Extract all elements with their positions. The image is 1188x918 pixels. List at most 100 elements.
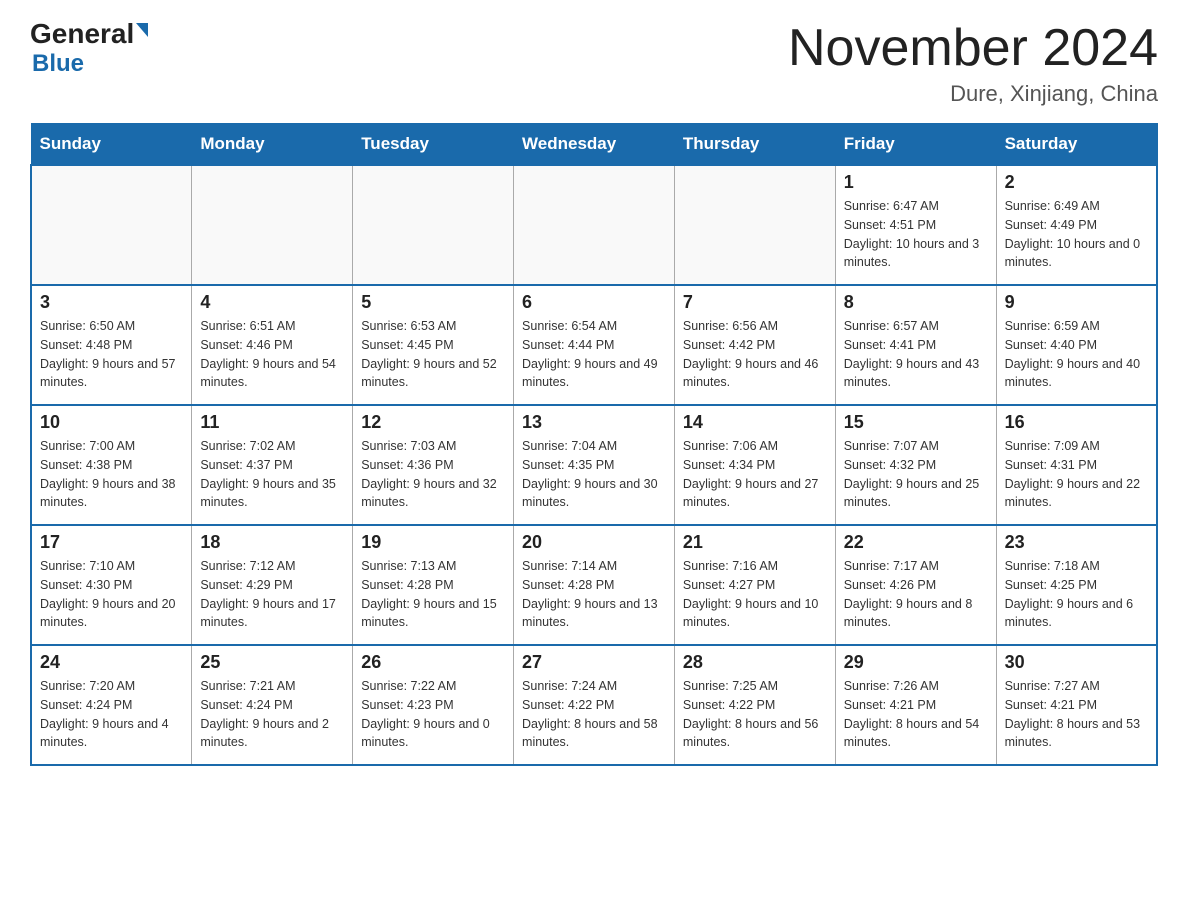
logo-general: General bbox=[30, 20, 134, 48]
month-title: November 2024 bbox=[788, 20, 1158, 77]
day-info: Sunrise: 7:21 AMSunset: 4:24 PMDaylight:… bbox=[200, 677, 344, 752]
day-info: Sunrise: 7:03 AMSunset: 4:36 PMDaylight:… bbox=[361, 437, 505, 512]
day-info: Sunrise: 6:56 AMSunset: 4:42 PMDaylight:… bbox=[683, 317, 827, 392]
day-info: Sunrise: 7:20 AMSunset: 4:24 PMDaylight:… bbox=[40, 677, 183, 752]
day-number: 14 bbox=[683, 412, 827, 433]
calendar-cell: 22Sunrise: 7:17 AMSunset: 4:26 PMDayligh… bbox=[835, 525, 996, 645]
day-number: 29 bbox=[844, 652, 988, 673]
day-info: Sunrise: 7:02 AMSunset: 4:37 PMDaylight:… bbox=[200, 437, 344, 512]
day-number: 13 bbox=[522, 412, 666, 433]
day-info: Sunrise: 6:53 AMSunset: 4:45 PMDaylight:… bbox=[361, 317, 505, 392]
calendar-cell: 26 Sunrise: 7:22 AMSunset: 4:23 PMDayligh… bbox=[353, 645, 514, 765]
calendar-cell bbox=[514, 165, 675, 285]
day-number: 19 bbox=[361, 532, 505, 553]
calendar-cell bbox=[674, 165, 835, 285]
day-number: 16 bbox=[1005, 412, 1148, 433]
calendar-cell: 23 Sunrise: 7:18 AMSunset: 4:25 PMDayligh… bbox=[996, 525, 1157, 645]
day-info: Sunrise: 7:13 AMSunset: 4:28 PMDaylight:… bbox=[361, 557, 505, 632]
calendar-header-friday: Friday bbox=[835, 124, 996, 166]
calendar-header-sunday: Sunday bbox=[31, 124, 192, 166]
calendar-cell: 9 Sunrise: 6:59 AMSunset: 4:40 PMDaylight… bbox=[996, 285, 1157, 405]
logo-blue: Blue bbox=[32, 50, 84, 78]
day-info: Sunrise: 6:59 AMSunset: 4:40 PMDaylight:… bbox=[1005, 317, 1148, 392]
calendar-cell: 20 Sunrise: 7:14 AMSunset: 4:28 PMDayligh… bbox=[514, 525, 675, 645]
calendar-cell: 25 Sunrise: 7:21 AMSunset: 4:24 PMDayligh… bbox=[192, 645, 353, 765]
day-info: Sunrise: 7:14 AMSunset: 4:28 PMDaylight:… bbox=[522, 557, 666, 632]
day-info: Sunrise: 7:04 AMSunset: 4:35 PMDaylight:… bbox=[522, 437, 666, 512]
day-number: 18 bbox=[200, 532, 344, 553]
day-info: Sunrise: 7:22 AMSunset: 4:23 PMDaylight:… bbox=[361, 677, 505, 752]
day-number: 4 bbox=[200, 292, 344, 313]
calendar-cell: 16 Sunrise: 7:09 AMSunset: 4:31 PMDayligh… bbox=[996, 405, 1157, 525]
day-info: Sunrise: 7:09 AMSunset: 4:31 PMDaylight:… bbox=[1005, 437, 1148, 512]
day-number: 25 bbox=[200, 652, 344, 673]
day-info: Sunrise: 6:49 AMSunset: 4:49 PMDaylight:… bbox=[1005, 197, 1148, 272]
day-info: Sunrise: 7:18 AMSunset: 4:25 PMDaylight:… bbox=[1005, 557, 1148, 632]
day-number: 30 bbox=[1005, 652, 1148, 673]
day-number: 6 bbox=[522, 292, 666, 313]
calendar-cell: 15 Sunrise: 7:07 AMSunset: 4:32 PMDayligh… bbox=[835, 405, 996, 525]
calendar-header-row: SundayMondayTuesdayWednesdayThursdayFrid… bbox=[31, 124, 1157, 166]
calendar-cell: 17Sunrise: 7:10 AMSunset: 4:30 PMDayligh… bbox=[31, 525, 192, 645]
day-number: 24 bbox=[40, 652, 183, 673]
day-number: 7 bbox=[683, 292, 827, 313]
day-info: Sunrise: 6:57 AMSunset: 4:41 PMDaylight:… bbox=[844, 317, 988, 392]
calendar-header-monday: Monday bbox=[192, 124, 353, 166]
day-info: Sunrise: 7:25 AMSunset: 4:22 PMDaylight:… bbox=[683, 677, 827, 752]
calendar-cell: 11 Sunrise: 7:02 AMSunset: 4:37 PMDayligh… bbox=[192, 405, 353, 525]
calendar-week-row: 1 Sunrise: 6:47 AMSunset: 4:51 PMDaylight… bbox=[31, 165, 1157, 285]
day-info: Sunrise: 7:17 AMSunset: 4:26 PMDaylight:… bbox=[844, 557, 988, 632]
calendar-header-thursday: Thursday bbox=[674, 124, 835, 166]
calendar-cell: 6 Sunrise: 6:54 AMSunset: 4:44 PMDaylight… bbox=[514, 285, 675, 405]
calendar-cell: 5 Sunrise: 6:53 AMSunset: 4:45 PMDaylight… bbox=[353, 285, 514, 405]
day-number: 2 bbox=[1005, 172, 1148, 193]
calendar-cell bbox=[31, 165, 192, 285]
calendar-cell: 3 Sunrise: 6:50 AMSunset: 4:48 PMDaylight… bbox=[31, 285, 192, 405]
calendar-cell: 2 Sunrise: 6:49 AMSunset: 4:49 PMDaylight… bbox=[996, 165, 1157, 285]
calendar-cell: 28Sunrise: 7:25 AMSunset: 4:22 PMDayligh… bbox=[674, 645, 835, 765]
day-number: 5 bbox=[361, 292, 505, 313]
day-number: 17 bbox=[40, 532, 183, 553]
location: Dure, Xinjiang, China bbox=[788, 81, 1158, 107]
day-number: 3 bbox=[40, 292, 183, 313]
calendar-cell: 12 Sunrise: 7:03 AMSunset: 4:36 PMDayligh… bbox=[353, 405, 514, 525]
day-info: Sunrise: 6:47 AMSunset: 4:51 PMDaylight:… bbox=[844, 197, 988, 272]
calendar-cell: 21 Sunrise: 7:16 AMSunset: 4:27 PMDayligh… bbox=[674, 525, 835, 645]
calendar-header-saturday: Saturday bbox=[996, 124, 1157, 166]
calendar-cell bbox=[192, 165, 353, 285]
calendar-week-row: 24 Sunrise: 7:20 AMSunset: 4:24 PMDayligh… bbox=[31, 645, 1157, 765]
day-number: 1 bbox=[844, 172, 988, 193]
day-number: 21 bbox=[683, 532, 827, 553]
day-info: Sunrise: 7:24 AMSunset: 4:22 PMDaylight:… bbox=[522, 677, 666, 752]
day-number: 11 bbox=[200, 412, 344, 433]
day-info: Sunrise: 6:51 AMSunset: 4:46 PMDaylight:… bbox=[200, 317, 344, 392]
day-number: 15 bbox=[844, 412, 988, 433]
calendar-cell: 29Sunrise: 7:26 AMSunset: 4:21 PMDayligh… bbox=[835, 645, 996, 765]
calendar-header-tuesday: Tuesday bbox=[353, 124, 514, 166]
day-number: 23 bbox=[1005, 532, 1148, 553]
day-info: Sunrise: 7:06 AMSunset: 4:34 PMDaylight:… bbox=[683, 437, 827, 512]
calendar-cell: 7 Sunrise: 6:56 AMSunset: 4:42 PMDaylight… bbox=[674, 285, 835, 405]
calendar-week-row: 10Sunrise: 7:00 AMSunset: 4:38 PMDayligh… bbox=[31, 405, 1157, 525]
calendar-week-row: 17Sunrise: 7:10 AMSunset: 4:30 PMDayligh… bbox=[31, 525, 1157, 645]
day-info: Sunrise: 6:54 AMSunset: 4:44 PMDaylight:… bbox=[522, 317, 666, 392]
day-info: Sunrise: 7:07 AMSunset: 4:32 PMDaylight:… bbox=[844, 437, 988, 512]
day-number: 20 bbox=[522, 532, 666, 553]
day-info: Sunrise: 7:27 AMSunset: 4:21 PMDaylight:… bbox=[1005, 677, 1148, 752]
day-number: 26 bbox=[361, 652, 505, 673]
calendar-header-wednesday: Wednesday bbox=[514, 124, 675, 166]
logo: General Blue bbox=[30, 20, 148, 78]
day-number: 27 bbox=[522, 652, 666, 673]
calendar-table: SundayMondayTuesdayWednesdayThursdayFrid… bbox=[30, 123, 1158, 766]
page-header: General Blue November 2024 Dure, Xinjian… bbox=[30, 20, 1158, 107]
calendar-cell: 1 Sunrise: 6:47 AMSunset: 4:51 PMDaylight… bbox=[835, 165, 996, 285]
day-number: 9 bbox=[1005, 292, 1148, 313]
day-info: Sunrise: 7:16 AMSunset: 4:27 PMDaylight:… bbox=[683, 557, 827, 632]
title-block: November 2024 Dure, Xinjiang, China bbox=[788, 20, 1158, 107]
calendar-cell: 14 Sunrise: 7:06 AMSunset: 4:34 PMDayligh… bbox=[674, 405, 835, 525]
day-number: 12 bbox=[361, 412, 505, 433]
day-info: Sunrise: 6:50 AMSunset: 4:48 PMDaylight:… bbox=[40, 317, 183, 392]
day-info: Sunrise: 7:00 AMSunset: 4:38 PMDaylight:… bbox=[40, 437, 183, 512]
calendar-cell: 30 Sunrise: 7:27 AMSunset: 4:21 PMDayligh… bbox=[996, 645, 1157, 765]
calendar-cell bbox=[353, 165, 514, 285]
